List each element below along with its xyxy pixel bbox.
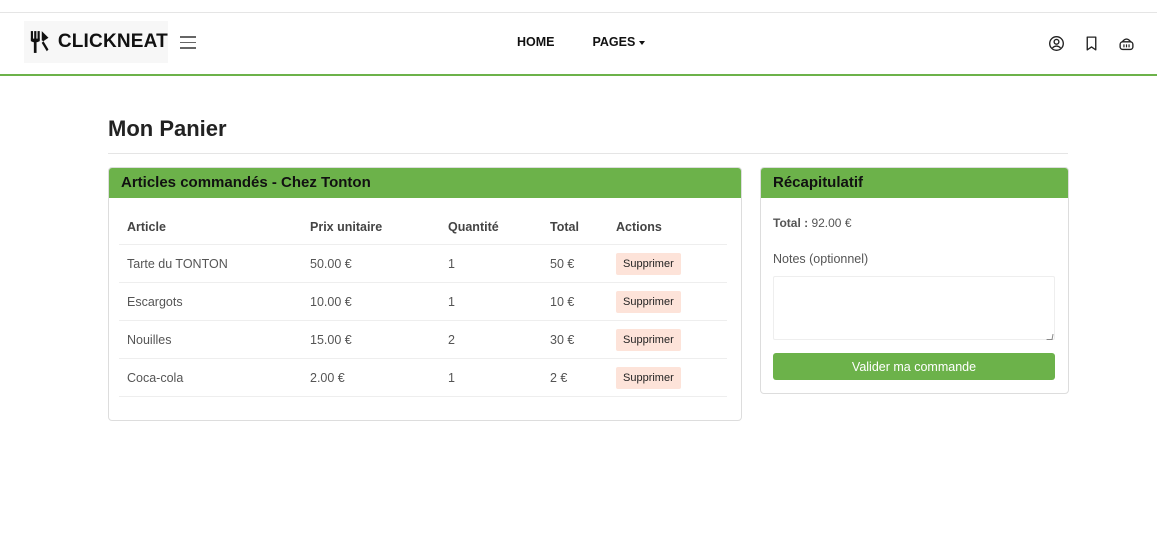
notes-textarea[interactable] xyxy=(773,276,1055,340)
cell-article: Tarte du TONTON xyxy=(119,244,302,283)
resize-handle-icon[interactable] xyxy=(1046,334,1054,340)
summary-card: Récapitulatif Total : 92.00 € Notes (opt… xyxy=(760,167,1069,394)
table-row: Nouilles 15.00 € 2 30 € Supprimer xyxy=(119,320,727,359)
cell-article: Escargots xyxy=(119,282,302,321)
cell-article: Nouilles xyxy=(119,320,302,359)
main-nav: HOME PAGES xyxy=(517,35,683,49)
cell-total: 50 € xyxy=(542,244,608,283)
delete-button[interactable]: Supprimer xyxy=(616,328,681,351)
total-line: Total : 92.00 € xyxy=(773,216,852,230)
basket-icon[interactable] xyxy=(1118,35,1135,52)
delete-button[interactable]: Supprimer xyxy=(616,366,681,389)
cell-quantity: 1 xyxy=(440,358,542,397)
column-header-price: Prix unitaire xyxy=(302,210,440,245)
cell-total: 2 € xyxy=(542,358,608,397)
cell-price: 10.00 € xyxy=(302,282,440,321)
total-value: 92.00 € xyxy=(811,216,852,230)
cart-table: Article Prix unitaire Quantité Total Act… xyxy=(119,210,727,397)
column-header-actions: Actions xyxy=(608,210,727,245)
table-header-row: Article Prix unitaire Quantité Total Act… xyxy=(119,210,727,245)
cell-quantity: 2 xyxy=(440,320,542,359)
bookmark-icon[interactable] xyxy=(1083,35,1100,52)
summary-card-header: Récapitulatif xyxy=(761,168,1068,198)
cell-actions: Supprimer xyxy=(608,358,727,397)
fork-knife-icon xyxy=(30,31,49,53)
menu-toggle-icon[interactable] xyxy=(180,36,196,53)
nav-pages-dropdown[interactable]: PAGES xyxy=(593,35,646,49)
navbar: CLICKNEAT HOME PAGES xyxy=(0,13,1157,76)
delete-button[interactable]: Supprimer xyxy=(616,290,681,313)
cell-price: 2.00 € xyxy=(302,358,440,397)
column-header-article: Article xyxy=(119,210,302,245)
caret-down-icon xyxy=(639,40,646,45)
cell-article: Coca-cola xyxy=(119,358,302,397)
cell-actions: Supprimer xyxy=(608,320,727,359)
cell-actions: Supprimer xyxy=(608,244,727,283)
column-header-quantity: Quantité xyxy=(440,210,542,245)
cell-price: 50.00 € xyxy=(302,244,440,283)
delete-button[interactable]: Supprimer xyxy=(616,252,681,275)
notes-label: Notes (optionnel) xyxy=(773,252,869,266)
cell-total: 10 € xyxy=(542,282,608,321)
cell-quantity: 1 xyxy=(440,282,542,321)
nav-icons xyxy=(1048,35,1153,52)
nav-home[interactable]: HOME xyxy=(517,35,555,49)
title-divider xyxy=(108,153,1068,154)
table-row: Coca-cola 2.00 € 1 2 € Supprimer xyxy=(119,358,727,397)
table-row: Escargots 10.00 € 1 10 € Supprimer xyxy=(119,282,727,321)
nav-pages-label: PAGES xyxy=(592,35,636,49)
submit-order-button[interactable]: Valider ma commande xyxy=(773,353,1055,380)
page-title: Mon Panier xyxy=(108,116,227,141)
total-label: Total : xyxy=(773,216,809,230)
brand-name: CLICKNEAT xyxy=(57,31,168,52)
user-icon[interactable] xyxy=(1048,35,1065,52)
column-header-total: Total xyxy=(542,210,608,245)
cell-quantity: 1 xyxy=(440,244,542,283)
brand-logo[interactable]: CLICKNEAT xyxy=(24,21,168,63)
cart-card: Articles commandés - Chez Tonton Article… xyxy=(108,167,742,421)
cell-price: 15.00 € xyxy=(302,320,440,359)
cell-total: 30 € xyxy=(542,320,608,359)
cart-card-header: Articles commandés - Chez Tonton xyxy=(109,168,741,198)
table-row: Tarte du TONTON 50.00 € 1 50 € Supprimer xyxy=(119,244,727,283)
cell-actions: Supprimer xyxy=(608,282,727,321)
